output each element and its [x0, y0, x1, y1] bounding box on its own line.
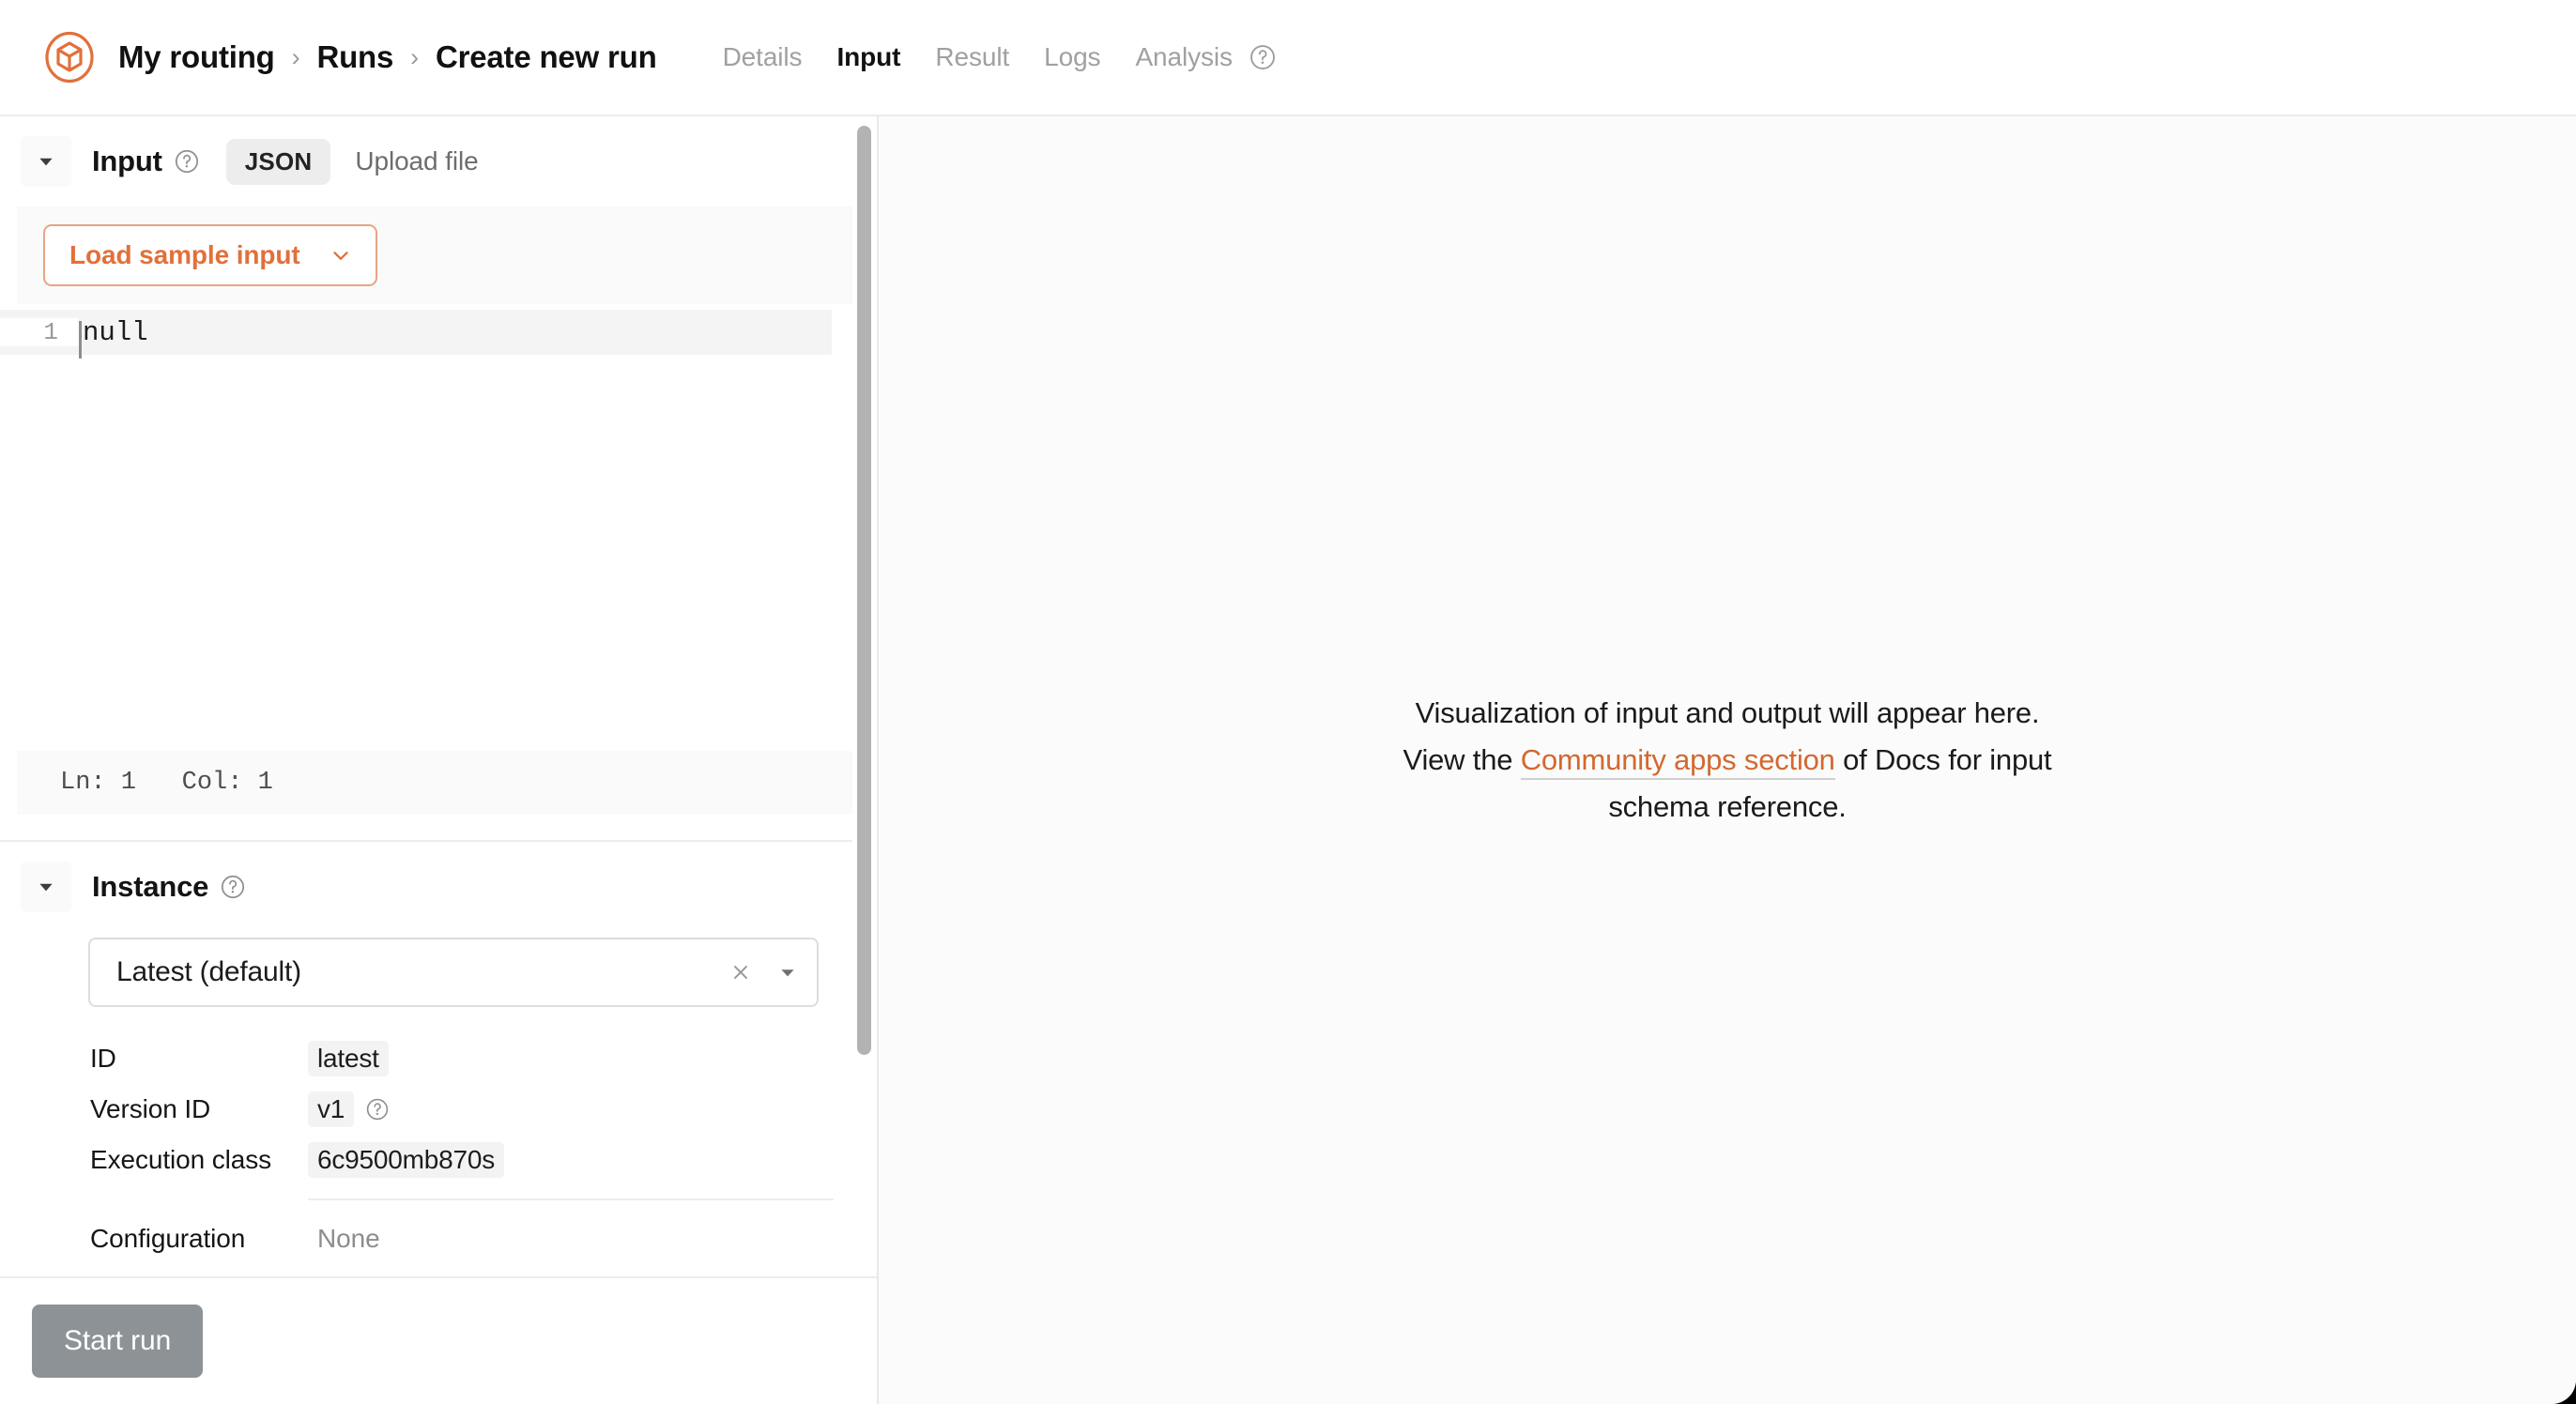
table-divider [308, 1198, 834, 1200]
detail-value-chip: 6c9500mb870s [308, 1142, 505, 1178]
detail-value-id: latest [308, 1041, 389, 1076]
empty-state-message: Visualization of input and output will a… [1403, 690, 2052, 832]
breadcrumb-item-my-routing[interactable]: My routing [118, 39, 275, 75]
caret-down-icon[interactable] [21, 136, 71, 187]
format-chip-json[interactable]: JSON [225, 138, 331, 185]
load-sample-input-label: Load sample input [69, 240, 300, 269]
detail-key-id: ID [90, 1044, 116, 1073]
detail-value-version-id: v1 [308, 1091, 390, 1127]
upload-file-link[interactable]: Upload file [355, 146, 478, 176]
tab-result[interactable]: Result [935, 42, 1009, 72]
instance-select-actions [728, 939, 798, 1005]
breadcrumb-separator: › [291, 42, 300, 71]
sample-input-bar: Load sample input [17, 206, 860, 304]
instance-section-title: Instance [92, 870, 209, 903]
caret-down-icon[interactable] [21, 862, 71, 912]
tab-input[interactable]: Input [836, 42, 900, 72]
left-panel-scrollbar[interactable] [852, 116, 877, 1276]
editor-line-value: null [83, 316, 148, 348]
editor-line-number: 1 [0, 318, 79, 346]
question-circle-icon[interactable] [1249, 43, 1277, 71]
app-logo-icon[interactable] [41, 29, 98, 85]
community-apps-section-link[interactable]: Community apps section [1520, 742, 1835, 780]
left-panel-scroll-area: Input JSON Upload file Load sample input… [0, 116, 877, 1276]
scrollbar-thumb[interactable] [857, 126, 871, 1055]
detail-key-execution-class: Execution class [90, 1145, 272, 1174]
tab-details[interactable]: Details [723, 42, 803, 72]
caret-down-icon[interactable] [777, 962, 798, 983]
table-row: Execution class 6c9500mb870s [90, 1135, 616, 1185]
input-section-title: Input [92, 145, 162, 177]
question-circle-icon[interactable] [174, 148, 200, 175]
empty-state-line-3: schema reference. [1608, 790, 1847, 824]
body-split: Input JSON Upload file Load sample input… [0, 116, 2576, 1404]
chevron-down-icon [329, 243, 353, 267]
editor-cursor-position: Ln: 1 Col: 1 [60, 769, 273, 797]
detail-key-configuration: Configuration [90, 1224, 246, 1253]
table-row: Configuration None [90, 1213, 616, 1264]
instance-section-header: Instance [0, 842, 877, 932]
instance-select[interactable]: Latest (default) [88, 938, 819, 1007]
instance-select-value: Latest (default) [116, 956, 301, 987]
breadcrumb-item-runs[interactable]: Runs [316, 39, 393, 75]
detail-value-chip: v1 [308, 1091, 355, 1127]
load-sample-input-button[interactable]: Load sample input [43, 224, 377, 286]
app-window: My routing › Runs › Create new run Detai… [0, 0, 2576, 1404]
left-panel: Input JSON Upload file Load sample input… [0, 116, 879, 1404]
table-row: Version ID v1 [90, 1084, 616, 1135]
tab-logs[interactable]: Logs [1044, 42, 1100, 72]
detail-key-version-id: Version ID [90, 1094, 211, 1123]
instance-select-row: Latest (default) [0, 932, 877, 1007]
empty-state-line-1: Visualization of input and output will a… [1415, 695, 2040, 729]
tab-analysis[interactable]: Analysis [1135, 42, 1233, 72]
table-row: ID latest [90, 1033, 616, 1084]
editor-active-line[interactable]: 1 null [0, 310, 832, 359]
detail-value-execution-class: 6c9500mb870s [308, 1142, 505, 1178]
empty-state-line-2-suffix: of Docs for input [1834, 742, 2052, 776]
breadcrumb-separator: › [410, 42, 419, 71]
instance-details-table: ID latest Version ID v1 Execution class … [90, 1033, 834, 1264]
question-circle-icon[interactable] [220, 874, 246, 900]
tab-bar: Details Input Result Logs Analysis [723, 42, 1277, 72]
close-icon[interactable] [728, 960, 753, 984]
breadcrumb-item-create-new-run: Create new run [435, 39, 657, 74]
empty-state-line-2-prefix: View the [1403, 742, 1521, 776]
input-section-header: Input JSON Upload file [0, 116, 877, 206]
visualization-panel: Visualization of input and output will a… [879, 116, 2576, 1404]
detail-value-configuration: None [317, 1224, 380, 1253]
instance-section: Instance Latest (default) ID latest Vers… [0, 842, 877, 1274]
question-circle-icon[interactable] [365, 1097, 390, 1122]
editor-line-text[interactable]: null [79, 316, 148, 359]
detail-value-chip: latest [308, 1041, 389, 1076]
editor-status-bar: Ln: 1 Col: 1 [17, 751, 860, 815]
json-editor[interactable]: 1 null [0, 310, 877, 751]
left-panel-footer: Start run [0, 1276, 877, 1404]
top-bar: My routing › Runs › Create new run Detai… [0, 0, 2576, 116]
text-caret [79, 320, 82, 359]
start-run-button[interactable]: Start run [32, 1305, 204, 1378]
breadcrumb: My routing › Runs › Create new run [118, 39, 657, 75]
